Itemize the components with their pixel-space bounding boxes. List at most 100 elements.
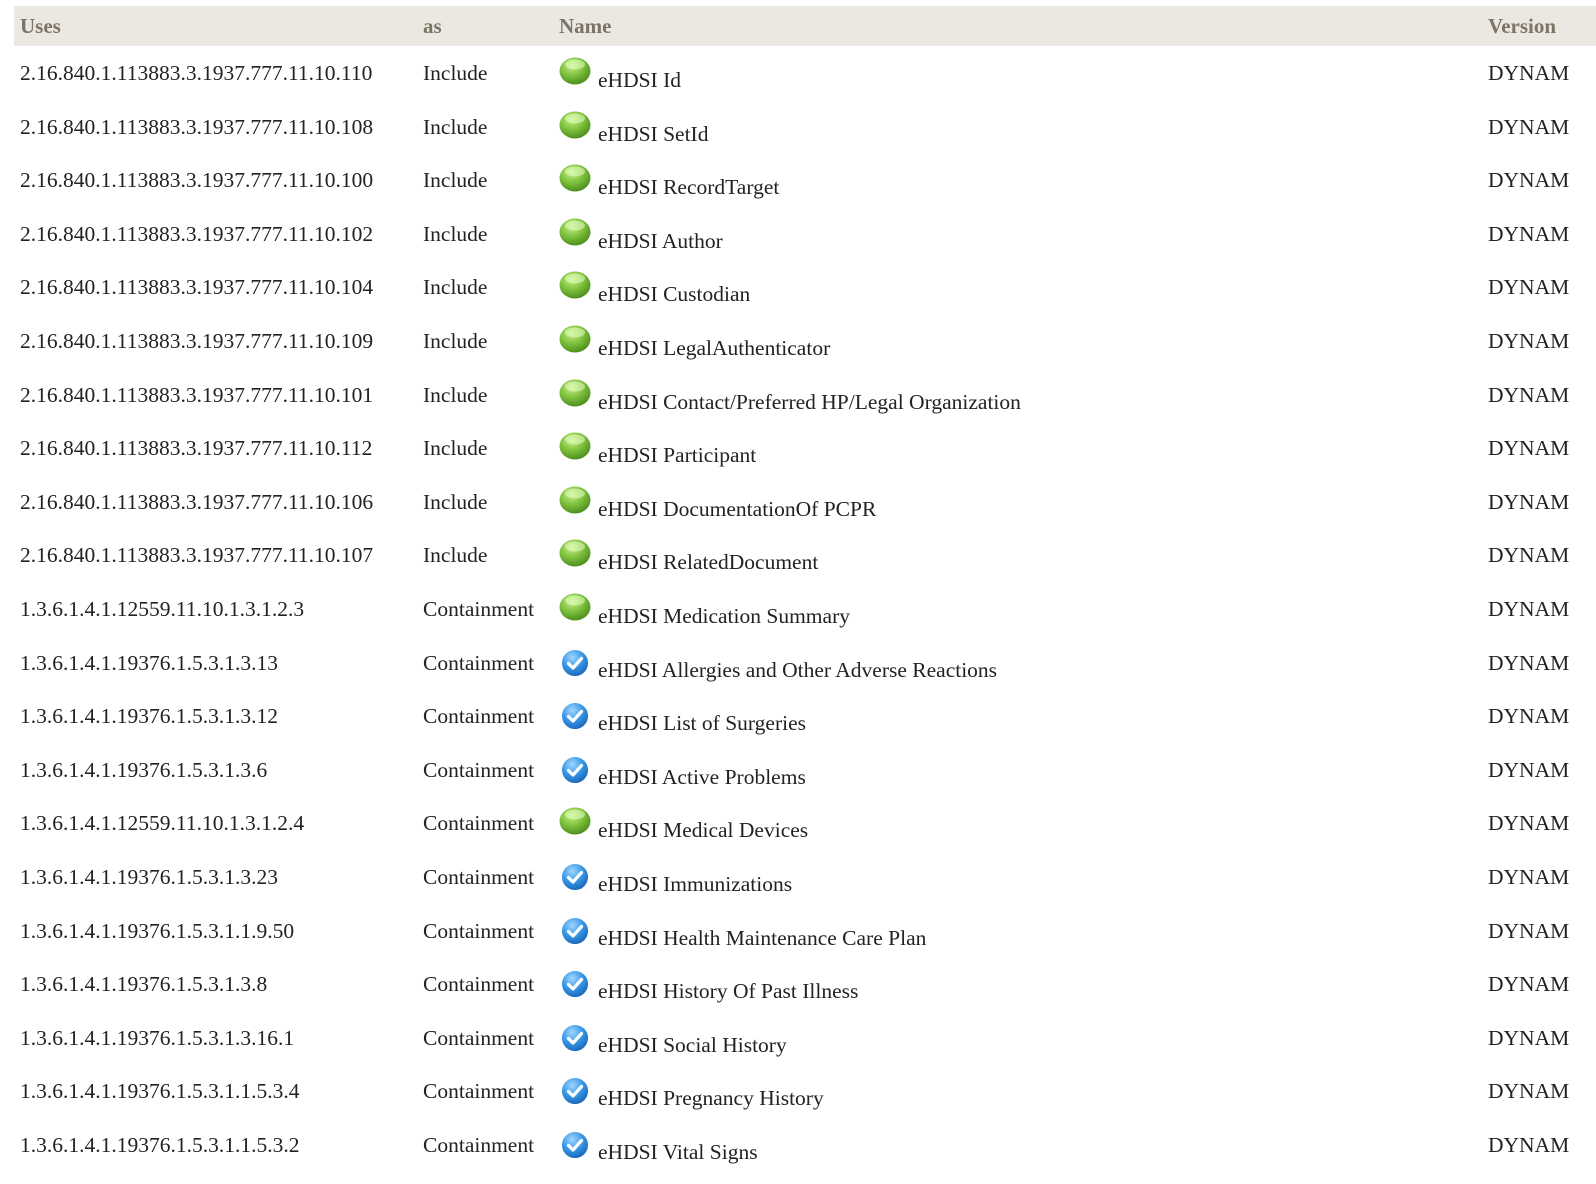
uses-oid[interactable]: 2.16.840.1.113883.3.1937.777.11.10.101	[20, 383, 373, 408]
green-dot-icon	[559, 271, 591, 299]
template-name-link[interactable]: eHDSI Active Problems	[598, 765, 806, 790]
blue-check-icon	[560, 647, 590, 678]
uses-oid[interactable]: 1.3.6.1.4.1.19376.1.5.3.1.1.9.50	[20, 919, 294, 944]
table-row[interactable]: 1.3.6.1.4.1.12559.11.10.1.3.1.2.3 Contain…	[14, 582, 1596, 636]
version-value: DYNAM	[1488, 543, 1570, 568]
template-name-link[interactable]: eHDSI LegalAuthenticator	[598, 336, 830, 361]
uses-oid[interactable]: 1.3.6.1.4.1.12559.11.10.1.3.1.2.3	[20, 597, 304, 622]
green-dot-icon	[559, 164, 591, 192]
template-name-link[interactable]: eHDSI Author	[598, 229, 723, 254]
table-row[interactable]: 2.16.840.1.113883.3.1937.777.11.10.102 In…	[14, 207, 1596, 261]
uses-oid[interactable]: 2.16.840.1.113883.3.1937.777.11.10.107	[20, 543, 373, 568]
uses-as: Containment	[423, 704, 535, 729]
table-row[interactable]: 2.16.840.1.113883.3.1937.777.11.10.109 In…	[14, 314, 1596, 368]
uses-oid[interactable]: 1.3.6.1.4.1.19376.1.5.3.1.1.5.3.4	[20, 1079, 300, 1104]
table-row[interactable]: 1.3.6.1.4.1.19376.1.5.3.1.1.9.50 Containm…	[14, 904, 1596, 958]
green-dot-icon	[559, 432, 591, 460]
uses-oid[interactable]: 2.16.840.1.113883.3.1937.777.11.10.109	[20, 329, 373, 354]
blue-check-icon	[560, 861, 590, 892]
version-value: DYNAM	[1488, 596, 1570, 621]
version-value: DYNAM	[1488, 328, 1570, 353]
table-row[interactable]: 1.3.6.1.4.1.12559.11.10.1.3.1.2.4 Contain…	[14, 796, 1596, 850]
green-dot-icon	[559, 539, 591, 567]
table-row[interactable]: 2.16.840.1.113883.3.1937.777.11.10.100 In…	[14, 153, 1596, 207]
blue-check-icon	[560, 754, 590, 785]
template-name-link[interactable]: eHDSI Immunizations	[598, 872, 792, 897]
table-row[interactable]: 2.16.840.1.113883.3.1937.777.11.10.107 In…	[14, 528, 1596, 582]
uses-oid[interactable]: 1.3.6.1.4.1.19376.1.5.3.1.1.5.3.2	[20, 1133, 300, 1158]
version-value: DYNAM	[1488, 757, 1570, 782]
uses-oid[interactable]: 2.16.840.1.113883.3.1937.777.11.10.110	[20, 61, 372, 86]
template-name-link[interactable]: eHDSI SetId	[598, 122, 708, 147]
green-dot-icon	[559, 807, 591, 835]
uses-oid[interactable]: 2.16.840.1.113883.3.1937.777.11.10.106	[20, 490, 373, 515]
uses-oid[interactable]: 2.16.840.1.113883.3.1937.777.11.10.108	[20, 115, 373, 140]
template-name-link[interactable]: eHDSI Social History	[598, 1033, 787, 1058]
version-value: DYNAM	[1488, 704, 1570, 729]
table-row[interactable]: 1.3.6.1.4.1.19376.1.5.3.1.3.8 Containment…	[14, 957, 1596, 1011]
uses-oid[interactable]: 1.3.6.1.4.1.19376.1.5.3.1.3.8	[20, 972, 267, 997]
header-version[interactable]: Version	[1488, 14, 1556, 39]
template-name-link[interactable]: eHDSI Allergies and Other Adverse Reacti…	[598, 658, 997, 683]
uses-oid[interactable]: 2.16.840.1.113883.3.1937.777.11.10.100	[20, 168, 373, 193]
uses-oid[interactable]: 1.3.6.1.4.1.19376.1.5.3.1.3.13	[20, 651, 278, 676]
table-row[interactable]: 2.16.840.1.113883.3.1937.777.11.10.108 In…	[14, 100, 1596, 154]
uses-as: Include	[423, 382, 488, 407]
green-dot-icon	[559, 486, 591, 514]
table-row[interactable]: 2.16.840.1.113883.3.1937.777.11.10.106 In…	[14, 475, 1596, 529]
green-dot-icon	[559, 57, 591, 85]
uses-as: Containment	[423, 1025, 535, 1050]
uses-oid[interactable]: 1.3.6.1.4.1.19376.1.5.3.1.3.23	[20, 865, 278, 890]
blue-check-icon	[560, 915, 590, 946]
header-name[interactable]: Name	[559, 14, 611, 39]
uses-as: Containment	[423, 811, 535, 836]
template-name-link[interactable]: eHDSI Health Maintenance Care Plan	[598, 926, 926, 951]
version-value: DYNAM	[1488, 275, 1570, 300]
table-row[interactable]: 1.3.6.1.4.1.19376.1.5.3.1.3.13 Containmen…	[14, 636, 1596, 690]
uses-oid[interactable]: 2.16.840.1.113883.3.1937.777.11.10.102	[20, 222, 373, 247]
uses-oid[interactable]: 1.3.6.1.4.1.19376.1.5.3.1.3.16.1	[20, 1026, 294, 1051]
uses-as: Containment	[423, 972, 535, 997]
header-as[interactable]: as	[423, 14, 442, 39]
table-row[interactable]: 2.16.840.1.113883.3.1937.777.11.10.101 In…	[14, 368, 1596, 422]
uses-oid[interactable]: 1.3.6.1.4.1.12559.11.10.1.3.1.2.4	[20, 811, 304, 836]
version-value: DYNAM	[1488, 61, 1570, 85]
uses-oid[interactable]: 1.3.6.1.4.1.19376.1.5.3.1.3.12	[20, 704, 278, 729]
table-body: 2.16.840.1.113883.3.1937.777.11.10.110 In…	[14, 46, 1596, 1171]
table-row[interactable]: 2.16.840.1.113883.3.1937.777.11.10.104 In…	[14, 260, 1596, 314]
template-name-link[interactable]: eHDSI RelatedDocument	[598, 550, 818, 575]
table-row[interactable]: 1.3.6.1.4.1.19376.1.5.3.1.1.5.3.4 Contain…	[14, 1064, 1596, 1118]
version-value: DYNAM	[1488, 382, 1570, 407]
table-row[interactable]: 1.3.6.1.4.1.19376.1.5.3.1.1.5.3.2 Contain…	[14, 1118, 1596, 1172]
uses-as: Containment	[423, 1079, 535, 1104]
template-name-link[interactable]: eHDSI DocumentationOf PCPR	[598, 497, 876, 522]
template-name-link[interactable]: eHDSI Custodian	[598, 282, 750, 307]
table-row[interactable]: 2.16.840.1.113883.3.1937.777.11.10.110 In…	[14, 46, 1596, 100]
blue-check-icon	[560, 1076, 590, 1107]
uses-as: Include	[423, 168, 488, 193]
template-name-link[interactable]: eHDSI Contact/Preferred HP/Legal Organiz…	[598, 390, 1021, 415]
uses-as: Include	[423, 114, 488, 139]
table-row[interactable]: 1.3.6.1.4.1.19376.1.5.3.1.3.23 Containmen…	[14, 850, 1596, 904]
template-name-link[interactable]: eHDSI Pregnancy History	[598, 1086, 824, 1111]
table-row[interactable]: 1.3.6.1.4.1.19376.1.5.3.1.3.16.1 Containm…	[14, 1011, 1596, 1065]
uses-oid[interactable]: 1.3.6.1.4.1.19376.1.5.3.1.3.6	[20, 758, 267, 783]
uses-oid[interactable]: 2.16.840.1.113883.3.1937.777.11.10.112	[20, 436, 372, 461]
template-name-link[interactable]: eHDSI Id	[598, 68, 681, 93]
green-dot-icon	[559, 218, 591, 246]
table-row[interactable]: 2.16.840.1.113883.3.1937.777.11.10.112 In…	[14, 421, 1596, 475]
template-name-link[interactable]: eHDSI Medical Devices	[598, 818, 808, 843]
version-value: DYNAM	[1488, 811, 1570, 836]
table-row[interactable]: 1.3.6.1.4.1.19376.1.5.3.1.3.6 Containment…	[14, 743, 1596, 797]
blue-check-icon	[560, 1129, 590, 1160]
template-name-link[interactable]: eHDSI List of Surgeries	[598, 711, 806, 736]
uses-as: Containment	[423, 757, 535, 782]
template-name-link[interactable]: eHDSI Medication Summary	[598, 604, 850, 629]
template-name-link[interactable]: eHDSI Participant	[598, 443, 756, 468]
header-uses[interactable]: Uses	[20, 14, 61, 39]
table-row[interactable]: 1.3.6.1.4.1.19376.1.5.3.1.3.12 Containmen…	[14, 689, 1596, 743]
template-name-link[interactable]: eHDSI Vital Signs	[598, 1140, 758, 1165]
template-name-link[interactable]: eHDSI History Of Past Illness	[598, 979, 858, 1004]
template-name-link[interactable]: eHDSI RecordTarget	[598, 175, 779, 200]
uses-oid[interactable]: 2.16.840.1.113883.3.1937.777.11.10.104	[20, 275, 373, 300]
